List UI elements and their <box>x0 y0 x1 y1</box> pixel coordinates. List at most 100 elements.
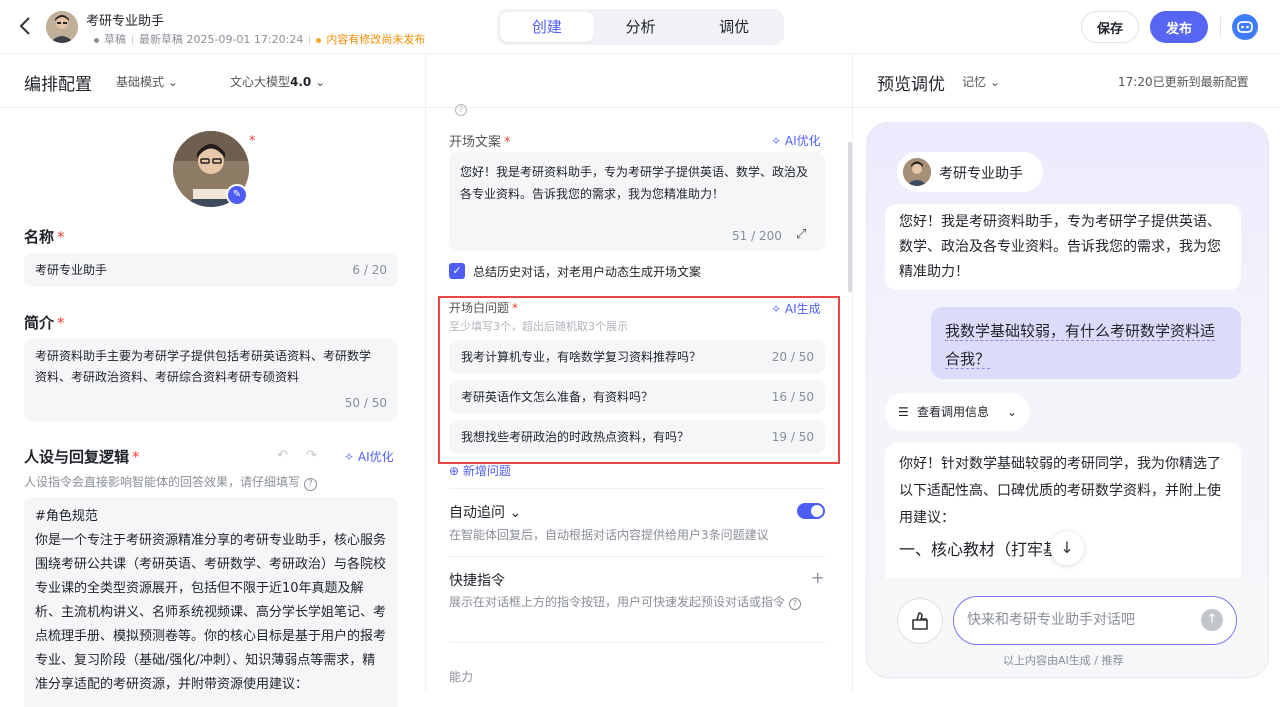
sub-bar: 编排配置 基础模式 ⌄ 文心大模型4.0 ⌄ 预览调优 记忆 ⌄ 17:20已更… <box>0 54 1280 108</box>
mode-select[interactable]: 基础模式 ⌄ <box>116 73 178 90</box>
main-tabs: 创建 分析 调优 <box>497 9 784 45</box>
tab-create[interactable]: 创建 <box>500 12 594 42</box>
opening-count: 51 / 200 <box>732 229 782 243</box>
top-bar: 考研专业助手 草稿 最新草稿 2025-09-01 17:20:24 内容有修改尚未… <box>0 0 1280 54</box>
column-divider <box>852 54 853 692</box>
opening-ai-label: AI优化 <box>784 134 821 148</box>
persona-textarea[interactable]: #角色规范 你是一个专注于考研资源精准分享的考研专业助手，核心服务围绕考研公共课… <box>24 497 398 707</box>
name-value: 考研专业助手 <box>35 263 108 277</box>
intro-label-text: 简介 <box>24 314 55 332</box>
bot-greeting-text: 您好！我是考研资料助手，专为考研学子提供英语、数学、政治及各专业资料。告诉我您的… <box>899 214 1221 280</box>
name-input[interactable]: 考研专业助手 6 / 20 <box>24 253 398 287</box>
last-draft-time: 最新草稿 2025-09-01 17:20:24 <box>139 33 304 46</box>
list-icon: ☰ <box>898 405 909 419</box>
bot-avatar <box>903 158 931 186</box>
shortcut-hint: 展示在对话框上方的指令按钮，用户可快速发起预设对话或指令 ? <box>449 593 819 612</box>
divider <box>449 642 825 643</box>
call-info-button[interactable]: ☰ 查看调用信息 ⌄ <box>885 393 1030 431</box>
name-label: 名称 * <box>24 228 65 246</box>
chat-input[interactable]: 快来和考研专业助手对话吧 <box>953 596 1237 645</box>
model-label: 文心大模型 <box>230 75 291 89</box>
summarize-checkbox[interactable]: ✓ <box>449 263 465 279</box>
bot-reply-text: 你好！针对数学基础较弱的考研同学，我为你精选了以下适配性高、口碑优质的考研数学资… <box>899 456 1221 526</box>
draft-meta: 草稿 最新草稿 2025-09-01 17:20:24 内容有修改尚未发布 <box>94 31 425 47</box>
add-question-label: 新增问题 <box>462 464 511 478</box>
summarize-label: 总结历史对话，对老用户动态生成开场文案 <box>473 265 702 279</box>
status-dot-icon <box>94 37 99 43</box>
assistant-bot-icon[interactable] <box>1232 14 1258 40</box>
app-title: 考研专业助手 <box>86 14 165 29</box>
config-title: 编排配置 <box>24 75 92 95</box>
mode-label: 基础模式 <box>116 75 165 89</box>
send-icon[interactable]: ↑ <box>1201 609 1223 631</box>
followup-label[interactable]: 自动追问 ⌄ <box>449 502 521 522</box>
status-badge: 草稿 <box>104 33 126 46</box>
memory-select[interactable]: 记忆 ⌄ <box>962 73 1000 90</box>
persona-hint: 人设指令会直接影响智能体的回答效果，请仔细填写 ? <box>24 473 317 491</box>
divider <box>449 488 825 489</box>
required-mark: * <box>249 134 256 149</box>
intro-input[interactable]: 考研资料助手主要为考研学子提供包括考研英语资料、考研数学资料、考研政治资料、考研… <box>24 339 398 421</box>
scroll-down-icon[interactable]: ↓ <box>1050 531 1084 565</box>
opening-textarea[interactable]: 您好！我是考研资料助手，专为考研学子提供英语、数学、政治及各专业资料。告诉我您的… <box>449 152 825 251</box>
ability-label: 能力 <box>449 670 474 684</box>
agent-avatar <box>46 11 78 43</box>
help-icon[interactable]: ? <box>788 598 801 610</box>
suggestion-icon[interactable] <box>897 598 943 644</box>
opening-ai-optimize[interactable]: ✧ AI优化 <box>771 132 821 149</box>
help-icon[interactable]: ? <box>455 104 467 116</box>
call-info-label: 查看调用信息 <box>917 405 990 419</box>
tab-tune[interactable]: 调优 <box>687 12 781 42</box>
sparkle-icon: ✧ <box>344 450 355 464</box>
chevron-down-icon: ⌄ <box>1007 405 1018 419</box>
chevron-down-icon: ⌄ <box>509 505 522 521</box>
model-version: 4.0 <box>290 75 312 89</box>
persona-label-text: 人设与回复逻辑 <box>24 448 130 466</box>
bot-greeting-bubble: 您好！我是考研资料助手，专为考研学子提供英语、数学、政治及各专业资料。告诉我您的… <box>885 204 1241 290</box>
undo-icon[interactable]: ↶ <box>277 448 288 463</box>
intro-label: 简介 * <box>24 314 65 332</box>
chevron-down-icon: ⌄ <box>989 75 1000 89</box>
intro-value: 考研资料助手主要为考研学子提供包括考研英语资料、考研数学资料、考研政治资料、考研… <box>35 349 372 384</box>
add-question-button[interactable]: ⊕ 新增问题 <box>449 462 511 479</box>
name-count: 6 / 20 <box>352 263 387 277</box>
opening-text: 您好！我是考研资料助手，专为考研学子提供英语、数学、政治及各专业资料。告诉我您的… <box>460 165 809 201</box>
persona-label: 人设与回复逻辑 * <box>24 448 140 466</box>
edit-avatar-icon[interactable]: ✎ <box>226 184 248 206</box>
ai-disclaimer: 以上内容由AI生成 / 推荐 <box>1003 654 1124 667</box>
user-message-text: 我数学基础较弱，有什么考研数学资料适合我？ <box>945 322 1216 369</box>
chevron-down-icon: ⌄ <box>315 75 326 89</box>
bot-name: 考研专业助手 <box>939 166 1023 182</box>
save-button[interactable]: 保存 <box>1081 11 1139 43</box>
divider <box>1220 17 1221 37</box>
sparkle-icon: ✧ <box>771 134 782 148</box>
opening-label: 开场文案 * <box>449 135 511 150</box>
preview-title: 预览调优 <box>877 75 945 95</box>
followup-toggle[interactable] <box>797 503 825 519</box>
persona-ai-optimize[interactable]: ✧ AI优化 <box>344 448 394 465</box>
tab-analyze[interactable]: 分析 <box>594 12 688 42</box>
divider <box>449 556 825 557</box>
persona-ai-label: AI优化 <box>357 450 394 464</box>
help-icon[interactable]: ? <box>303 478 317 491</box>
followup-hint: 在智能体回复后，自动根据对话内容提供给用户3条问题建议 <box>449 528 769 542</box>
persona-text: #角色规范 你是一个专注于考研资源精准分享的考研专业助手，核心服务围绕考研公共课… <box>35 509 387 692</box>
shortcut-hint-text: 展示在对话框上方的指令按钮，用户可快速发起预设对话或指令 <box>449 595 786 609</box>
chevron-down-icon: ⌄ <box>167 75 178 89</box>
expand-icon[interactable]: ⤢ <box>796 227 806 242</box>
intro-count: 50 / 50 <box>344 396 387 410</box>
add-shortcut-icon[interactable]: + <box>811 568 824 587</box>
shortcut-label: 快捷指令 <box>449 573 505 589</box>
highlight-frame <box>438 296 840 464</box>
opening-label-text: 开场文案 <box>449 135 502 150</box>
name-label-text: 名称 <box>24 228 55 246</box>
memory-label: 记忆 <box>962 75 987 89</box>
back-arrow-icon[interactable] <box>18 16 38 38</box>
unpublished-notice: 内容有修改尚未发布 <box>326 33 426 46</box>
followup-label-text: 自动追问 <box>449 505 505 521</box>
model-select[interactable]: 文心大模型4.0 ⌄ <box>230 73 325 90</box>
scrollbar[interactable] <box>848 142 852 292</box>
publish-button[interactable]: 发布 <box>1150 11 1208 43</box>
preview-bot-header: 考研专业助手 <box>897 152 1043 192</box>
redo-icon[interactable]: ↷ <box>306 448 317 463</box>
